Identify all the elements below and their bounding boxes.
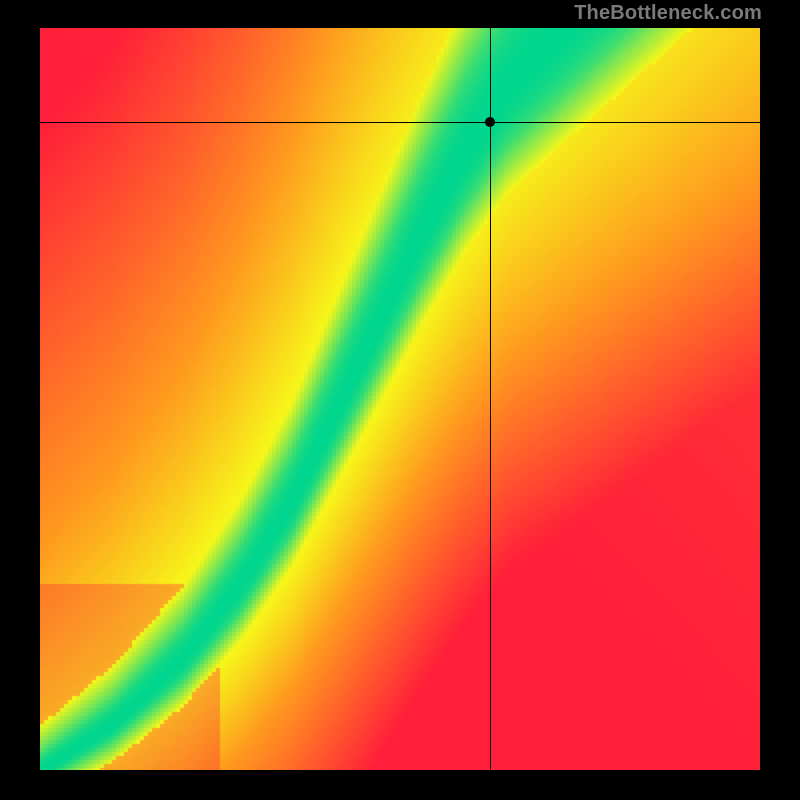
crosshair-vertical (490, 28, 491, 770)
crosshair-horizontal (40, 122, 760, 123)
heatmap-canvas (40, 28, 760, 770)
chart-stage: TheBottleneck.com (0, 0, 800, 800)
crosshair-marker-dot (485, 117, 495, 127)
watermark-text: TheBottleneck.com (574, 2, 762, 25)
heatmap-plot (40, 28, 760, 770)
